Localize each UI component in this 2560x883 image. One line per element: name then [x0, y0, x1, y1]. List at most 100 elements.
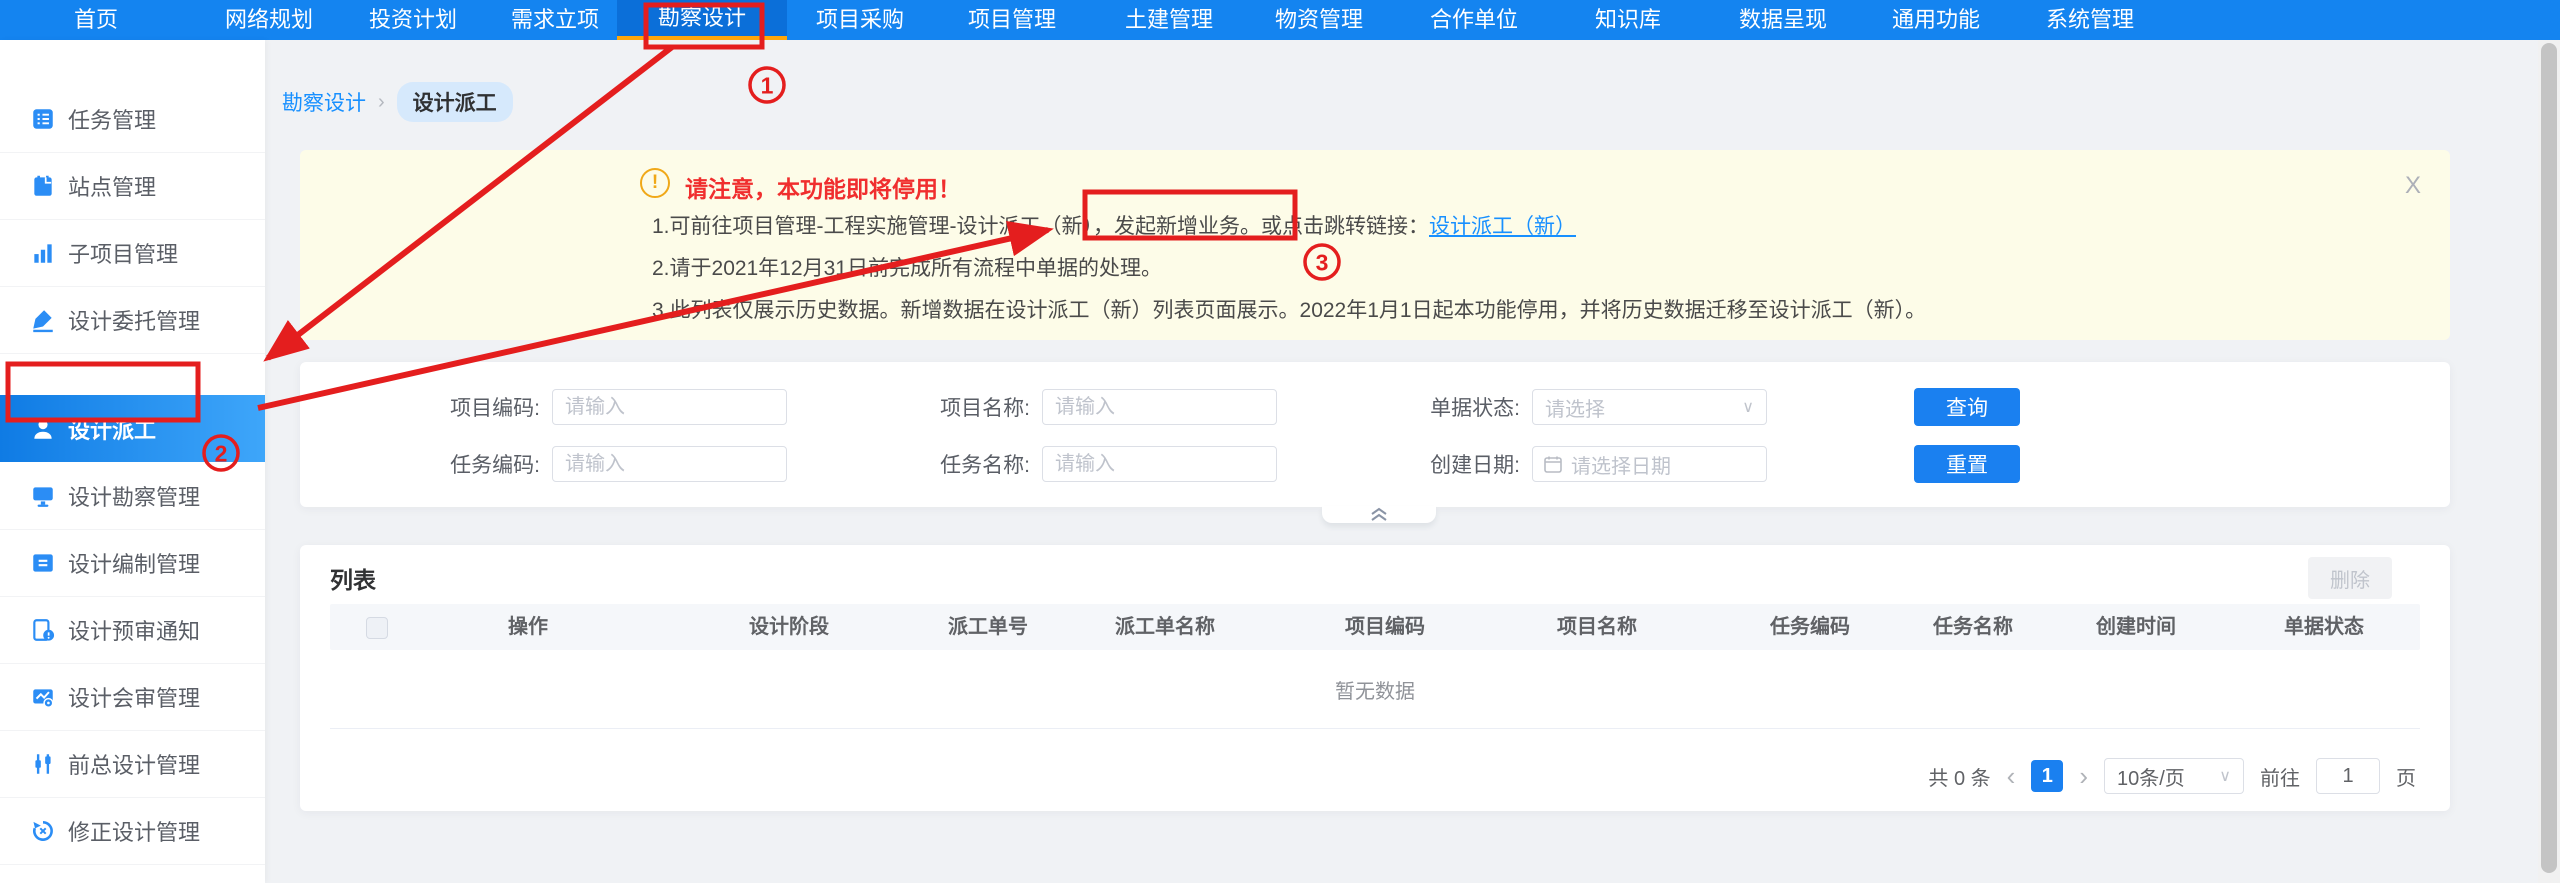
refresh-icon: [30, 818, 56, 844]
list-card: 列表 删除 操作 设计阶段 派工单号 派工单名称 项目编码 项目名称 任务编码 …: [300, 545, 2450, 811]
sidebar-item-label: 前总设计管理: [68, 752, 201, 778]
chevron-down-icon: ∨: [1742, 399, 1754, 416]
sidebar-item-label: 站点管理: [68, 174, 157, 200]
notice-title: 请注意，本功能即将停用！: [685, 176, 961, 202]
breadcrumb-separator: ›: [378, 90, 385, 113]
nav-item-material-mgmt[interactable]: 物资管理: [1234, 0, 1404, 40]
task-name-input[interactable]: [1042, 446, 1277, 482]
vertical-scrollbar[interactable]: [2538, 40, 2560, 883]
nav-item-survey-design[interactable]: 勘察设计: [617, 0, 787, 40]
field-task-code: 任务编码:: [390, 445, 787, 483]
notice-line-3: 3.此列表仅展示历史数据。新增数据在设计派工（新）列表页面展示。2022年1月1…: [652, 299, 1927, 322]
pagination: 共 0 条 ‹ 1 › 10条/页 ∨ 前往 页: [1928, 757, 2416, 795]
next-page-icon[interactable]: ›: [2079, 758, 2088, 794]
deprecation-notice: ! 请注意，本功能即将停用！ 1.可前往项目管理-工程实施管理-设计派工（新），…: [300, 150, 2450, 340]
task-code-input[interactable]: [552, 446, 787, 482]
nav-item-procurement[interactable]: 项目采购: [775, 0, 945, 40]
sidebar-item-label: 子项目管理: [68, 241, 179, 267]
sidebar-item-label: 设计预审通知: [68, 618, 201, 644]
sidebar-item-label: 设计编制管理: [68, 551, 201, 577]
document-icon: [30, 550, 56, 576]
field-label: 任务编码:: [450, 454, 540, 477]
create-date-picker[interactable]: 请选择日期: [1532, 446, 1767, 482]
app-window: 首页 网络规划 投资计划 需求立项 勘察设计 项目采购 项目管理 土建管理 物资…: [0, 0, 2560, 883]
col-dispatch-no: 派工单号: [948, 616, 1028, 638]
scrollbar-thumb[interactable]: [2541, 43, 2557, 873]
field-task-name: 任务名称:: [880, 445, 1277, 483]
field-doc-status: 单据状态: 请选择 ∨: [1370, 388, 1767, 426]
goto-page-input[interactable]: [2316, 758, 2380, 794]
page-number-1[interactable]: 1: [2031, 760, 2064, 792]
select-placeholder: 请选择: [1545, 398, 1605, 421]
nav-item-demand[interactable]: 需求立项: [470, 0, 640, 40]
clipboard-icon: [30, 173, 56, 199]
collapse-form-button[interactable]: [1322, 506, 1436, 523]
reset-button[interactable]: 重置: [1914, 445, 2020, 483]
breadcrumb-parent[interactable]: 勘察设计: [282, 87, 366, 117]
notice-close-icon[interactable]: X: [2405, 172, 2421, 200]
sidebar-item-design-preview-notice[interactable]: 设计预审通知: [0, 596, 265, 664]
nav-item-civil-mgmt[interactable]: 土建管理: [1084, 0, 1254, 40]
file-alert-icon: [30, 617, 56, 643]
sidebar-item-design-entrust-mgmt[interactable]: 设计委托管理: [0, 286, 265, 354]
annotation-circle-1: [748, 66, 786, 104]
sidebar-item-design-review-mgmt[interactable]: 设计会审管理: [0, 663, 265, 731]
field-project-code: 项目编码:: [390, 388, 787, 426]
sidebar-item-task-mgmt[interactable]: 任务管理: [0, 85, 265, 153]
notice-line-2: 2.请于2021年12月31日前完成所有流程中单据的处理。: [652, 257, 1162, 280]
sidebar-item-revised-design-mgmt[interactable]: 修正设计管理: [0, 797, 265, 865]
project-name-input[interactable]: [1042, 389, 1277, 425]
user-icon: [30, 416, 56, 442]
table-header: 操作 设计阶段 派工单号 派工单名称 项目编码 项目名称 任务编码 任务名称 创…: [330, 604, 2420, 650]
sidebar-item-label: 设计委托管理: [68, 308, 201, 334]
nav-item-project-mgmt[interactable]: 项目管理: [927, 0, 1097, 40]
sidebar-item-label: 设计会审管理: [68, 685, 201, 711]
list-title: 列表: [330, 567, 376, 593]
col-task-code: 任务编码: [1770, 616, 1850, 638]
select-all-checkbox[interactable]: [366, 617, 388, 639]
breadcrumb: 勘察设计 › 设计派工: [282, 82, 513, 122]
double-chevron-up-icon: [1371, 507, 1387, 521]
doc-status-select[interactable]: 请选择 ∨: [1532, 389, 1767, 425]
nav-item-knowledge[interactable]: 知识库: [1543, 0, 1713, 40]
date-placeholder: 请选择日期: [1571, 455, 1671, 478]
notice-line1-text: 1.可前往项目管理-工程实施管理-设计派工（新），发起新增业务。或点击跳转链接：: [652, 215, 1429, 238]
sidebar-item-design-approval-mgmt[interactable]: 设计批复管理: [0, 864, 265, 883]
sidebar-item-site-mgmt[interactable]: 站点管理: [0, 152, 265, 220]
sidebar-item-pre-general-design-mgmt[interactable]: 前总设计管理: [0, 730, 265, 798]
delete-button[interactable]: 删除: [2308, 557, 2392, 599]
col-design-stage: 设计阶段: [749, 616, 829, 638]
nav-item-general[interactable]: 通用功能: [1851, 0, 2021, 40]
nav-item-home[interactable]: 首页: [11, 0, 181, 40]
goto-label: 前往: [2260, 767, 2300, 790]
field-label: 任务名称:: [940, 454, 1030, 477]
prev-page-icon[interactable]: ‹: [2007, 758, 2016, 794]
col-dispatch-name: 派工单名称: [1115, 616, 1215, 638]
nav-item-partners[interactable]: 合作单位: [1389, 0, 1559, 40]
nav-item-system[interactable]: 系统管理: [2005, 0, 2175, 40]
sidebar-item-design-survey-mgmt[interactable]: 设计勘察管理: [0, 462, 265, 530]
breadcrumb-current: 设计派工: [396, 82, 513, 122]
field-create-date: 创建日期: 请选择日期: [1370, 445, 1767, 483]
nav-item-data-view[interactable]: 数据呈现: [1698, 0, 1868, 40]
col-project-code: 项目编码: [1345, 616, 1425, 638]
col-doc-status: 单据状态: [2284, 616, 2364, 638]
query-button[interactable]: 查询: [1914, 388, 2020, 426]
sidebar-item-design-compile-mgmt[interactable]: 设计编制管理: [0, 529, 265, 597]
chart-eye-icon: [30, 684, 56, 710]
sidebar-item-design-dispatch[interactable]: 设计派工: [0, 395, 265, 462]
page-size-select[interactable]: 10条/页 ∨: [2104, 758, 2244, 794]
col-actions: 操作: [508, 616, 548, 638]
chevron-down-icon: ∨: [2219, 768, 2231, 785]
col-create-time: 创建时间: [2096, 616, 2176, 638]
bar-chart-icon: [30, 240, 56, 266]
goto-unit: 页: [2396, 767, 2416, 790]
project-code-input[interactable]: [552, 389, 787, 425]
sidebar-item-label: 设计派工: [68, 417, 157, 443]
design-dispatch-new-link[interactable]: 设计派工（新）: [1429, 215, 1576, 238]
sidebar-item-subproject-mgmt[interactable]: 子项目管理: [0, 219, 265, 287]
sidebar-item-label: 修正设计管理: [68, 819, 201, 845]
field-project-name: 项目名称:: [880, 388, 1277, 426]
sidebar-item-label: 设计勘察管理: [68, 484, 201, 510]
sidebar: 任务管理 站点管理 子项目管理 设计委托管理 设计派工 设计勘察管理 设计编制管…: [0, 40, 265, 883]
